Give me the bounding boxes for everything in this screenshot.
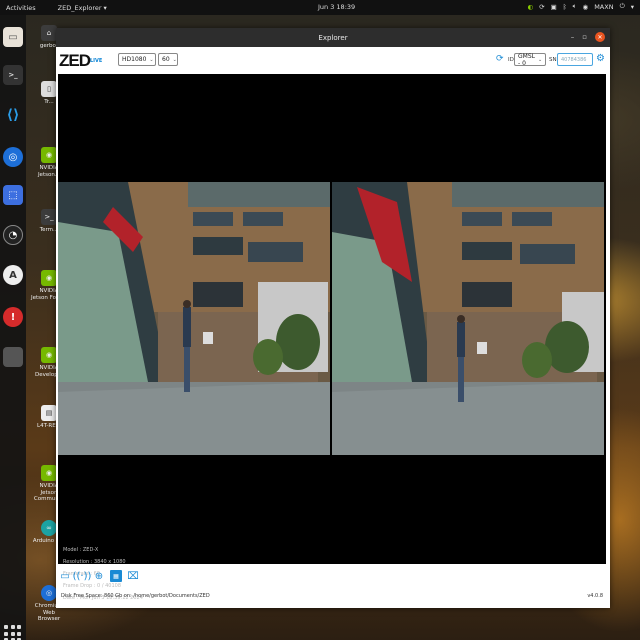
clock[interactable]: Jun 3 18:39 bbox=[318, 3, 355, 11]
chat-icon[interactable]: ▣ bbox=[551, 3, 557, 11]
minimize-icon[interactable]: – bbox=[571, 33, 575, 41]
arduino-icon[interactable]: A bbox=[3, 265, 23, 285]
chevron-down-icon: ⌄ bbox=[149, 56, 154, 63]
terminal-icon[interactable]: >_ bbox=[3, 65, 23, 85]
dock: ▭ >_ ⟨⟩ ◎ ⬚ ◔ A ! bbox=[0, 15, 26, 640]
bottom-toolbar: ▭ ((·)) ⊕ ▦ ⌧ bbox=[58, 566, 139, 586]
serial-number-placeholder: 40784386 bbox=[561, 56, 587, 63]
window-title: Explorer bbox=[318, 33, 348, 42]
obs-icon[interactable]: ◔ bbox=[3, 225, 23, 245]
chevron-down-icon[interactable]: ▾ bbox=[631, 3, 634, 11]
vscode-icon[interactable]: ⟨⟩ bbox=[3, 105, 23, 125]
atrium-scene bbox=[332, 182, 604, 455]
resolution-value: HD1080 bbox=[122, 56, 147, 63]
close-icon[interactable]: ✕ bbox=[595, 32, 605, 42]
activities-button[interactable]: Activities bbox=[6, 4, 36, 12]
disk-status: Disk Free Space: 860 Gb on: /home/gerbot… bbox=[61, 593, 210, 599]
chromium-icon[interactable]: ◎ bbox=[3, 147, 23, 167]
nvidia-icon: ◉ bbox=[41, 270, 57, 286]
id-label: ID bbox=[508, 57, 514, 63]
fps-value: 60 bbox=[162, 56, 170, 63]
camera-id-select[interactable]: GMSL - 0 ⌄ bbox=[514, 52, 546, 67]
refresh-icon[interactable]: ⟳ bbox=[496, 54, 504, 64]
desktop-icon-label: Tr... bbox=[44, 99, 54, 105]
resolution-select[interactable]: HD1080 ⌄ bbox=[118, 53, 156, 66]
blank-app-icon[interactable] bbox=[3, 347, 23, 367]
maximize-icon[interactable]: ▫ bbox=[582, 33, 587, 41]
left-camera-frame bbox=[58, 182, 330, 455]
sn-label: SN bbox=[549, 57, 557, 63]
explorer-window: Explorer – ▫ ✕ ZED LIVE HD1080 ⌄ 60 ⌄ ⟳ … bbox=[56, 28, 610, 608]
system-tray: ◐ ⟳ ▣ ᛒ 🔈︎ ◉ MAXN ⏻ ▾ bbox=[527, 2, 634, 11]
folder-icon[interactable]: ▭ bbox=[59, 570, 71, 582]
home-folder-icon: ⌂ bbox=[41, 25, 57, 41]
nvidia-tray-icon[interactable]: ◐ bbox=[527, 3, 533, 11]
nvidia-icon: ◉ bbox=[41, 147, 57, 163]
arduino-icon: ∞ bbox=[41, 520, 57, 536]
app-menu[interactable]: ZED_Explorer ▾ bbox=[58, 4, 107, 12]
chevron-down-icon: ▾ bbox=[103, 3, 107, 12]
volume-icon[interactable]: 🔈︎ bbox=[573, 2, 577, 11]
camera-icon[interactable]: ⌧ bbox=[127, 570, 139, 582]
error-icon[interactable]: ! bbox=[3, 307, 23, 327]
show-apps-icon[interactable] bbox=[4, 625, 22, 640]
nvidia-icon: ◉ bbox=[41, 347, 57, 363]
power-icon[interactable]: ⏻ bbox=[620, 2, 625, 11]
zed-logo: ZED bbox=[59, 51, 91, 70]
camera-id-value: GMSL - 0 bbox=[518, 52, 535, 67]
fps-select[interactable]: 60 ⌄ bbox=[158, 53, 178, 66]
video-view[interactable]: Model : ZED-X Resolution : 3840 x 1080 F… bbox=[58, 74, 606, 601]
sensor-icon[interactable]: ▦ bbox=[110, 570, 122, 582]
settings-icon[interactable]: ⚙ bbox=[596, 53, 605, 64]
right-camera-frame bbox=[332, 182, 604, 455]
version-label: v4.0.8 bbox=[587, 593, 603, 599]
power-mode-icon[interactable]: ◉ bbox=[583, 3, 589, 11]
live-badge: LIVE bbox=[90, 58, 103, 64]
screenshot-icon[interactable]: ⬚ bbox=[3, 185, 23, 205]
document-icon: ▤ bbox=[41, 405, 57, 421]
top-bar: Activities ZED_Explorer ▾ Jun 3 18:39 ◐ … bbox=[0, 0, 640, 15]
globe-icon[interactable]: ⊕ bbox=[93, 570, 105, 582]
app-menu-label: ZED_Explorer bbox=[57, 3, 102, 12]
chevron-down-icon: ⌄ bbox=[537, 56, 543, 63]
atrium-scene bbox=[58, 182, 330, 455]
window-controls: – ▫ ✕ bbox=[571, 32, 605, 42]
model-info: Model : ZED-X bbox=[63, 547, 99, 553]
nvidia-icon: ◉ bbox=[41, 465, 57, 481]
chromium-icon: ◎ bbox=[41, 585, 57, 601]
serial-number-field[interactable]: 40784386 bbox=[557, 53, 593, 66]
trash-icon: ▯ bbox=[41, 81, 57, 97]
terminal-icon: >_ bbox=[41, 209, 57, 225]
maxn-label[interactable]: MAXN bbox=[594, 3, 613, 11]
bluetooth-icon[interactable]: ᛒ bbox=[563, 3, 567, 11]
broadcast-icon[interactable]: ((·)) bbox=[73, 570, 92, 582]
chevron-down-icon: ⌄ bbox=[172, 56, 177, 63]
sync-icon[interactable]: ⟳ bbox=[539, 3, 544, 11]
files-icon[interactable]: ▭ bbox=[3, 27, 23, 47]
toolbar: ZED LIVE HD1080 ⌄ 60 ⌄ ⟳ ID GMSL - 0 ⌄ S… bbox=[56, 47, 610, 73]
window-titlebar[interactable]: Explorer – ▫ ✕ bbox=[56, 28, 610, 47]
